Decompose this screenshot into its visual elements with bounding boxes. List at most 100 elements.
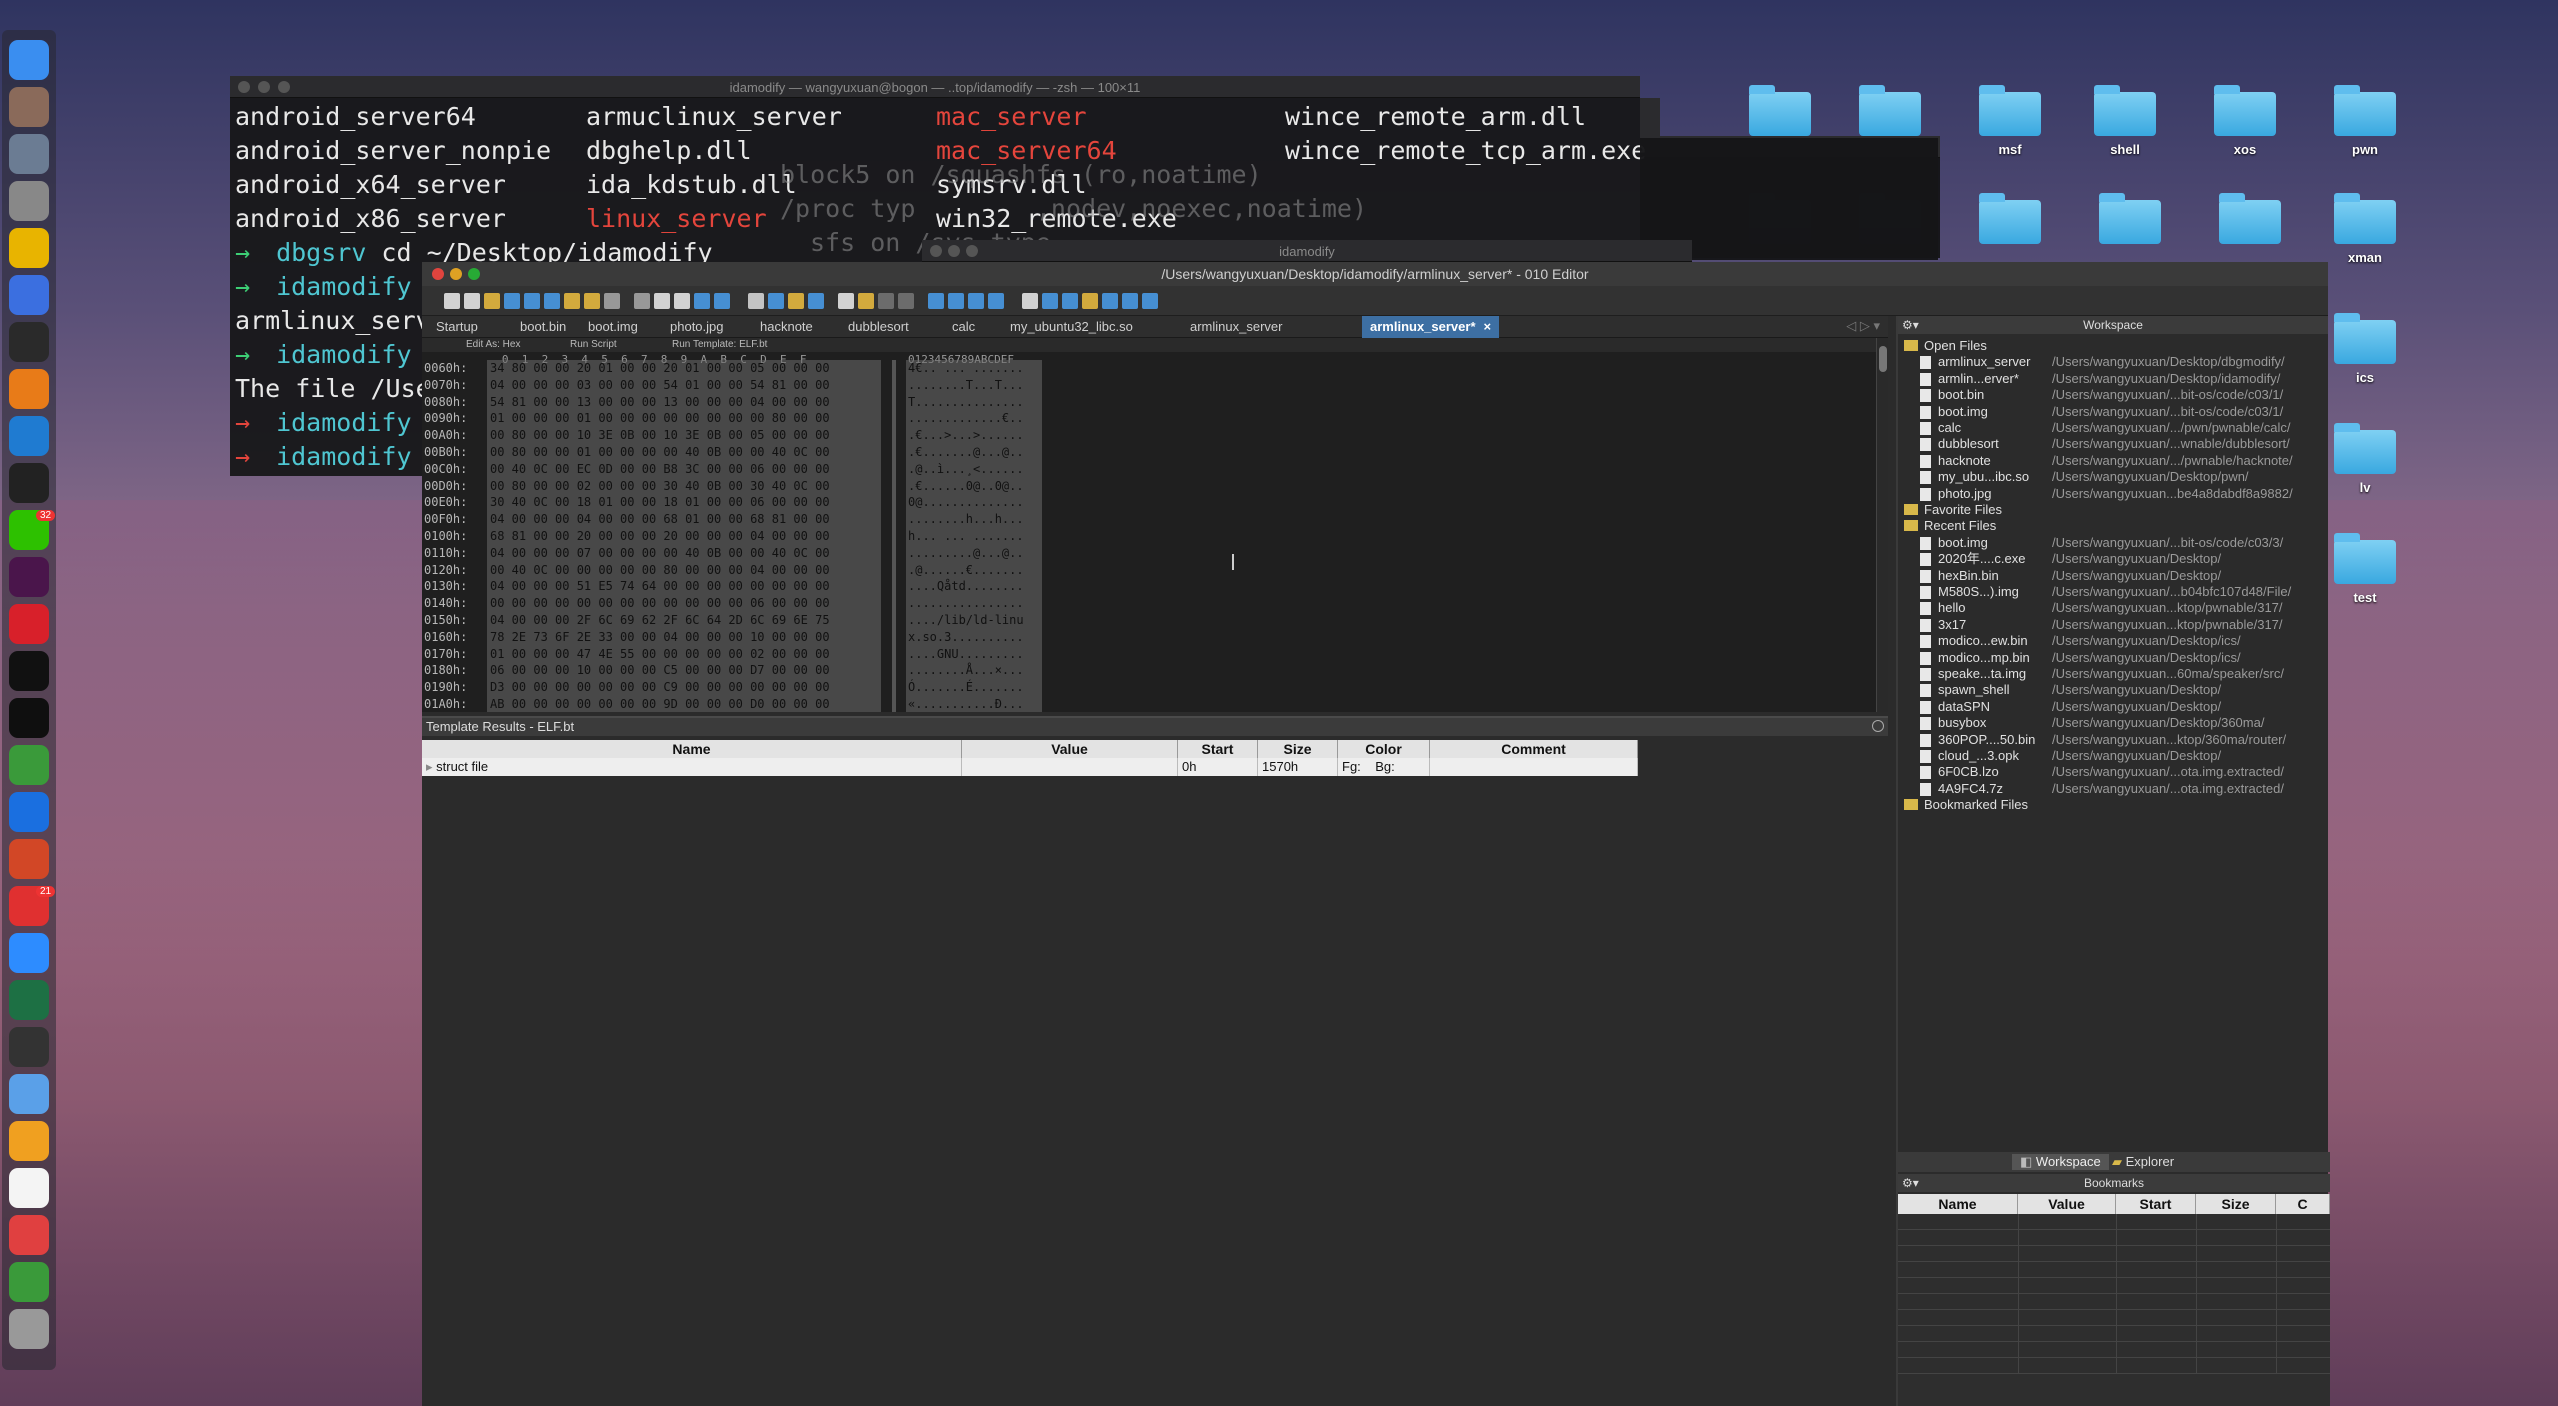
desktop-folder-xman[interactable]: xman [2305,193,2425,265]
workspace-file-item[interactable]: boot.img/Users/wangyuxuan/...bit-os/code… [1898,404,2330,420]
toolbar-button-icon[interactable] [1142,293,1158,309]
hex-bytes[interactable]: 68 81 00 00 20 00 00 00 20 00 00 00 04 0… [490,528,830,544]
bookmarks-settings-icon[interactable]: ⚙▾ [1902,1174,1919,1192]
recent-file-item[interactable]: hello/Users/wangyuxuan...ktop/pwnable/31… [1898,600,2330,616]
hex-ascii[interactable]: 0@.............. [908,494,1024,510]
netease-music-icon[interactable] [9,604,49,644]
hex-bytes[interactable]: 78 2E 73 6F 2E 33 00 00 04 00 00 00 10 0… [490,629,830,645]
toolbar-button-icon[interactable] [504,293,520,309]
tab-explorer[interactable]: ▰ Explorer [2112,1154,2174,1170]
toolbar-button-icon[interactable] [1082,293,1098,309]
favorite-files-group[interactable]: Favorite Files [1904,502,2002,518]
toolbar-button-icon[interactable] [928,293,944,309]
launchpad-icon[interactable] [9,134,49,174]
hex-ascii[interactable]: Ó.......É....... [908,679,1024,695]
hex-bytes[interactable]: 04 00 00 00 2F 6C 69 62 2F 6C 64 2D 6C 6… [490,612,830,628]
template-close-icon[interactable] [1872,720,1884,732]
recent-file-item[interactable]: busybox/Users/wangyuxuan/Desktop/360ma/ [1898,715,2330,731]
toolbar-button-icon[interactable] [544,293,560,309]
hex-bytes[interactable]: 00 40 0C 00 00 00 00 00 80 00 00 00 04 0… [490,562,830,578]
open-files-group[interactable]: Open Files [1904,338,1987,354]
hex-ascii[interactable]: ....Qåtd........ [908,578,1024,594]
recent-file-item[interactable]: hexBin.bin/Users/wangyuxuan/Desktop/ [1898,568,2330,584]
hex-ascii[interactable]: ....GNU......... [908,646,1024,662]
toolbar-button-icon[interactable] [968,293,984,309]
recent-file-item[interactable]: speake...ta.img/Users/wangyuxuan...60ma/… [1898,666,2330,682]
workspace-file-item[interactable]: boot.bin/Users/wangyuxuan/...bit-os/code… [1898,387,2330,403]
hex-ascii[interactable]: .€......0@..0@.. [908,478,1024,494]
hex-bytes[interactable]: D3 00 00 00 00 00 00 00 C9 00 00 00 00 0… [490,679,830,695]
file-tab[interactable]: boot.img [580,316,646,338]
col-size[interactable]: Size [1258,740,1338,758]
hex-bytes[interactable]: 04 00 00 00 04 00 00 00 68 01 00 00 68 8… [490,511,830,527]
col-name[interactable]: Name [422,740,962,758]
hex-scrollbar[interactable] [1876,338,1888,712]
toolbar-button-icon[interactable] [484,293,500,309]
avatar-icon[interactable] [9,87,49,127]
recent-file-item[interactable]: 3x17/Users/wangyuxuan...ktop/pwnable/317… [1898,617,2330,633]
terminal-window-2b[interactable] [1640,98,1660,138]
workspace-file-item[interactable]: dubblesort/Users/wangyuxuan/...wnable/du… [1898,436,2330,452]
hex-bytes[interactable]: 01 00 00 00 47 4E 55 00 00 00 00 00 02 0… [490,646,830,662]
hex-ascii[interactable]: 4€.. ... ....... [908,360,1024,376]
finder-icon[interactable] [9,40,49,80]
toolbar-button-icon[interactable] [1042,293,1058,309]
file-tab[interactable]: hacknote [752,316,821,338]
hex-ascii[interactable]: «...........Ð... [908,696,1024,712]
toolbar-button-icon[interactable] [768,293,784,309]
hex-ascii[interactable]: x.so.3.......... [908,629,1024,645]
hex-bytes[interactable]: 00 00 00 00 00 00 00 00 00 00 00 00 06 0… [490,595,830,611]
file-tab[interactable]: photo.jpg [662,316,732,338]
file-tab[interactable]: dubblesort [840,316,917,338]
hex-bytes[interactable]: 04 00 00 00 03 00 00 00 54 01 00 00 54 8… [490,377,830,393]
hex-bytes[interactable]: 34 80 00 00 20 01 00 00 20 01 00 00 05 0… [490,360,830,376]
run-script-menu[interactable]: Run Script [570,339,617,350]
hex-bytes[interactable]: 00 40 0C 00 EC 0D 00 00 B8 3C 00 00 06 0… [490,461,830,477]
desktop-folder-shell[interactable]: shell [2065,85,2185,157]
document-icon[interactable] [9,1168,49,1208]
hex-bytes[interactable]: 00 80 00 00 02 00 00 00 30 40 0B 00 30 4… [490,478,830,494]
hex-ascii[interactable]: ........h...h... [908,511,1024,527]
bm-col-start[interactable]: Start [2116,1194,2196,1214]
recent-file-item[interactable]: boot.img/Users/wangyuxuan/...bit-os/code… [1898,535,2330,551]
toolbar-button-icon[interactable] [1062,293,1078,309]
hex-bytes[interactable]: 04 00 00 00 51 E5 74 64 00 00 00 00 00 0… [490,578,830,594]
vscode-icon[interactable] [9,416,49,456]
hex-bytes[interactable]: 06 00 00 00 10 00 00 00 C5 00 00 00 D7 0… [490,662,830,678]
toolbar-button-icon[interactable] [1122,293,1138,309]
workspace-file-item[interactable]: calc/Users/wangyuxuan/.../pwn/pwnable/ca… [1898,420,2330,436]
chrome-icon[interactable] [9,228,49,268]
desktop-folder-pwn[interactable]: pwn [2305,85,2425,157]
hex-editor[interactable]: Edit As: Hex Run Script Run Template: EL… [422,338,1888,712]
file-tab[interactable]: armlinux_server* × [1362,316,1500,338]
iterm-icon[interactable] [9,698,49,738]
close-dot[interactable] [432,268,444,280]
hex-ascii[interactable]: .€...>...>...... [908,427,1024,443]
excel-icon[interactable] [9,980,49,1020]
workspace-file-item[interactable]: hacknote/Users/wangyuxuan/.../pwnable/ha… [1898,453,2330,469]
bm-col-value[interactable]: Value [2018,1194,2116,1214]
file-tab[interactable]: calc [944,316,983,338]
bookmarked-files-group[interactable]: Bookmarked Files [1904,797,2028,813]
workspace-file-item[interactable]: my_ubu...ibc.so/Users/wangyuxuan/Desktop… [1898,469,2330,485]
workspace-file-item[interactable]: armlinux_server/Users/wangyuxuan/Desktop… [1898,354,2330,370]
trash-icon[interactable] [9,1309,49,1349]
workspace-settings-icon[interactable]: ⚙▾ [1902,316,1919,334]
toolbar-button-icon[interactable] [858,293,874,309]
minimize-dot[interactable] [450,268,462,280]
toolbar-button-icon[interactable] [634,293,650,309]
toolbar-button-icon[interactable] [788,293,804,309]
teamviewer-icon[interactable] [9,792,49,832]
recent-file-item[interactable]: spawn_shell/Users/wangyuxuan/Desktop/ [1898,682,2330,698]
file-tab[interactable]: boot.bin [512,316,574,338]
editor-window[interactable]: /Users/wangyuxuan/Desktop/idamodify/arml… [422,262,2330,1406]
desktop-folder-xos[interactable]: xos [2185,85,2305,157]
col-comment[interactable]: Comment [1430,740,1638,758]
hex-ascii[interactable]: ........Å...×... [908,662,1024,678]
file-tab[interactable]: Startup [428,316,486,338]
desktop-folder-msf[interactable]: msf [1950,85,2070,157]
recent-file-item[interactable]: M580S...).img/Users/wangyuxuan/...b04bfc… [1898,584,2330,600]
recent-file-item[interactable]: dataSPN/Users/wangyuxuan/Desktop/ [1898,699,2330,715]
file-tab[interactable]: armlinux_server [1182,316,1290,338]
vim-icon[interactable] [9,745,49,785]
